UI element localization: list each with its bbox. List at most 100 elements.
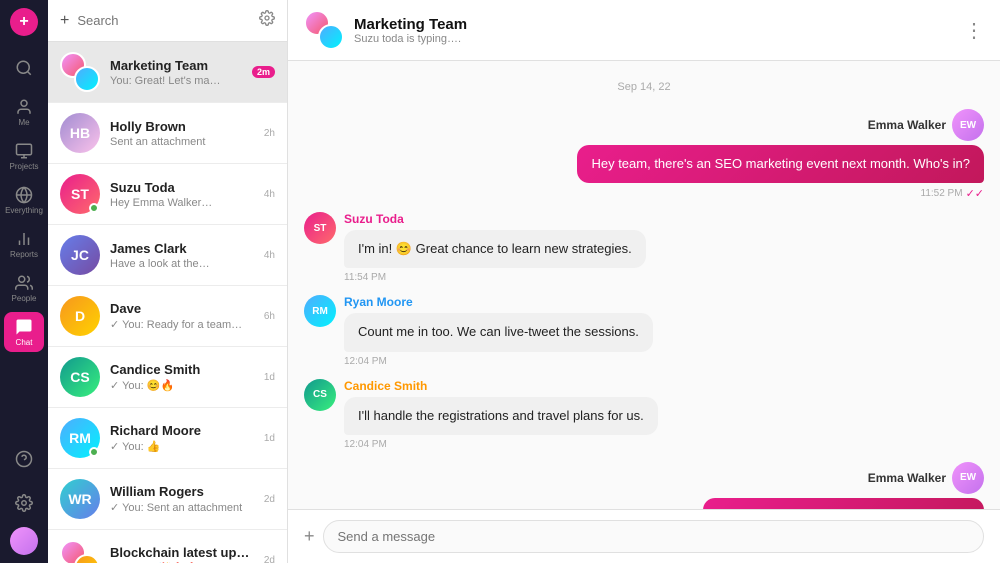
james-name: James Clark [110,241,254,256]
message-time-4: 12:04 PM [344,439,658,450]
blockchain-meta: 2d [264,555,275,563]
candice-info: Candice Smith ✓ You: 😊🔥 [110,362,254,392]
message-time-3: 12:04 PM [344,356,653,367]
message-bubble-3: Count me in too. We can live-tweet the s… [344,313,653,351]
main-chat-area: Marketing Team Suzu toda is typing…. ⋮ S… [288,0,1000,563]
nav-me-label: Me [18,118,29,127]
nav-reports-label: Reports [10,250,38,259]
candice-preview: ✓ You: 😊🔥 [110,379,254,392]
message-bubble-5: Great! Let's make the most of this event… [703,498,984,509]
read-tick-1: ✓✓ [966,187,984,200]
message-content-4: Candice Smith I'll handle the registrati… [344,379,658,450]
suzu-meta: 4h [264,189,275,200]
richard-avatar-wrap: RM [60,418,100,458]
message-content-3: Ryan Moore Count me in too. We can live-… [344,295,653,366]
holly-avatar-wrap: HB [60,113,100,153]
nav-everything-label: Everything [5,206,43,215]
chat-more-options-button[interactable]: ⋮ [964,18,984,43]
richard-preview: ✓ You: 👍 [110,440,254,453]
william-avatar: WR [60,479,100,519]
william-meta: 2d [264,494,275,505]
nav-projects[interactable]: Projects [4,136,44,176]
blockchain-avatar-wrap [60,540,100,563]
chat-item-blockchain[interactable]: Blockchain latest updates Congrats 🎉🔥🔥 2… [48,530,287,563]
marketing-team-avatar [60,52,100,92]
suzu-time: 4h [264,189,275,200]
message-row-5: EW Emma Walker Great! Let's make the mos… [304,462,984,509]
chat-item-james-clark[interactable]: JC James Clark Have a look at the… 4h [48,225,287,286]
dave-avatar: D [60,296,100,336]
nav-search[interactable] [4,48,44,88]
search-box: + [60,12,259,30]
message-bubble-4: I'll handle the registrations and travel… [344,397,658,435]
user-avatar[interactable] [10,527,38,555]
nav-me[interactable]: Me [4,92,44,132]
message-content-1: EW Emma Walker Hey team, there's an SEO … [577,109,984,200]
nav-people[interactable]: People [4,268,44,308]
nav-chat[interactable]: Chat [4,312,44,352]
nav-settings[interactable] [4,483,44,523]
james-preview: Have a look at the… [110,258,254,270]
chat-typing-status: Suzu toda is typing…. [354,33,467,45]
chat-item-william-rogers[interactable]: WR William Rogers ✓ You: Sent an attachm… [48,469,287,530]
marketing-team-avatar-wrap [60,52,100,92]
emma-sender-label: Emma Walker [868,118,946,132]
message-bubble-1: Hey team, there's an SEO marketing event… [577,145,984,183]
message-row-4: CS Candice Smith I'll handle the registr… [304,379,984,450]
candice-meta: 1d [264,372,275,383]
richard-time: 1d [264,433,275,444]
marketing-team-badge: 2m [252,66,275,78]
blockchain-time: 2d [264,555,275,563]
holly-meta: 2h [264,128,275,139]
nav-everything[interactable]: Everything [4,180,44,220]
holly-avatar: HB [60,113,100,153]
chat-item-dave[interactable]: D Dave ✓ You: Ready for a team… 6h [48,286,287,347]
search-input[interactable] [77,13,259,28]
chat-header-info: Marketing Team Suzu toda is typing…. [354,16,467,45]
chat-item-candice-smith[interactable]: CS Candice Smith ✓ You: 😊🔥 1d [48,347,287,408]
marketing-team-meta: 2m [252,66,275,78]
william-info: William Rogers ✓ You: Sent an attachment [110,484,254,514]
chat-header-avatar [304,10,344,50]
richard-info: Richard Moore ✓ You: 👍 [110,423,254,453]
message-row-1: EW Emma Walker Hey team, there's an SEO … [304,109,984,200]
chat-item-marketing-team[interactable]: Marketing Team You: Great! Let's ma… 2m [48,42,287,103]
message-input[interactable] [323,520,984,553]
message-row-2: ST Suzu Toda I'm in! 😊 Great chance to l… [304,212,984,283]
left-navigation: + Me Projects Everything Reports People … [0,0,48,563]
nav-reports[interactable]: Reports [4,224,44,264]
richard-online-dot [89,447,99,457]
dave-name: Dave [110,301,254,316]
nav-people-label: People [12,294,37,303]
william-avatar-wrap: WR [60,479,100,519]
message-row-3: RM Ryan Moore Count me in too. We can li… [304,295,984,366]
holly-time: 2h [264,128,275,139]
new-button[interactable]: + [10,8,38,36]
attach-button[interactable]: + [304,526,315,547]
dave-info: Dave ✓ You: Ready for a team… [110,301,254,331]
candice-avatar: CS [60,357,100,397]
sidebar-settings-icon[interactable] [259,10,275,31]
dave-avatar-wrap: D [60,296,100,336]
chat-item-richard-moore[interactable]: RM Richard Moore ✓ You: 👍 1d [48,408,287,469]
dave-preview: ✓ You: Ready for a team… [110,318,254,331]
dave-meta: 6h [264,311,275,322]
william-name: William Rogers [110,484,254,499]
new-chat-button[interactable]: + [60,12,69,30]
candice-sender-label: Candice Smith [344,379,658,393]
marketing-team-preview: You: Great! Let's ma… [110,75,242,87]
chat-item-suzu-toda[interactable]: ST Suzu Toda Hey Emma Walker… 4h [48,164,287,225]
nav-help[interactable] [4,439,44,479]
nav-chat-label: Chat [16,338,33,347]
date-divider: Sep 14, 22 [304,81,984,93]
suzu-sender-label: Suzu Toda [344,212,646,226]
time-text-3: 12:04 PM [344,356,387,367]
nav-projects-label: Projects [10,162,39,171]
chat-item-holly-brown[interactable]: HB Holly Brown Sent an attachment 2h [48,103,287,164]
holly-info: Holly Brown Sent an attachment [110,119,254,148]
message-time-2: 11:54 PM [344,272,646,283]
james-info: James Clark Have a look at the… [110,241,254,270]
blockchain-avatar [60,540,100,563]
blockchain-name: Blockchain latest updates [110,545,254,560]
message-content-5: EW Emma Walker Great! Let's make the mos… [703,462,984,509]
